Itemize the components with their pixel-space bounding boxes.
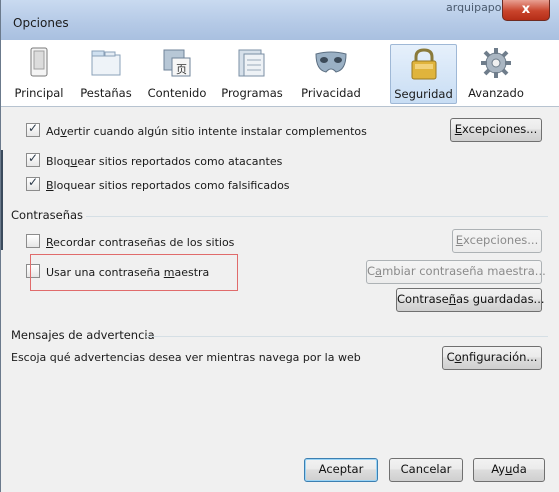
warn-addons-label: Advertir cuando algún sitio intente inst…	[46, 125, 367, 138]
window-title: Opciones	[13, 16, 69, 30]
close-icon: x	[521, 2, 531, 17]
passwords-separator	[86, 216, 548, 217]
tab-principal[interactable]: Principal	[9, 44, 69, 102]
block-forgery-option[interactable]: Bloquear sitios reportados como falsific…	[26, 175, 290, 192]
window-icon	[22, 46, 56, 80]
tabs-icon	[89, 46, 123, 80]
accept-button[interactable]: Aceptar	[304, 458, 378, 482]
tab-pestanas[interactable]: Pestañas	[73, 44, 139, 102]
block-forgery-label: Bloquear sitios reportados como falsific…	[46, 179, 290, 192]
tab-label: Privacidad	[301, 86, 361, 100]
gear-icon	[479, 46, 513, 80]
window-edge	[1, 150, 3, 250]
svg-text:页: 页	[176, 63, 187, 76]
addon-exceptions-button[interactable]: Excepciones...	[450, 118, 542, 142]
tab-avanzado[interactable]: Avanzado	[463, 44, 529, 102]
block-attack-checkbox[interactable]	[26, 151, 40, 167]
close-button[interactable]: x	[502, 0, 550, 21]
tab-label: Principal	[14, 86, 64, 100]
warnings-description: Escoja qué advertencias desea ver mientr…	[11, 351, 361, 364]
tab-label: Contenido	[147, 86, 207, 100]
help-button[interactable]: Ayuda	[473, 458, 545, 482]
tab-programas[interactable]: Programas	[216, 44, 288, 102]
warnings-separator	[146, 336, 548, 337]
mask-icon	[314, 46, 348, 80]
tab-contenido[interactable]: 页 Contenido	[143, 44, 211, 102]
lock-icon	[407, 47, 441, 81]
block-attack-option[interactable]: Bloquear sitios reportados como atacante…	[26, 151, 283, 168]
tab-label: Avanzado	[468, 86, 524, 100]
tab-label: Programas	[221, 86, 283, 100]
tab-privacidad[interactable]: Privacidad	[293, 44, 369, 102]
master-password-highlight-box	[30, 254, 238, 291]
remember-passwords-option[interactable]: Recordar contraseñas de los sitios	[26, 234, 234, 249]
options-dialog: arquipapo Opciones x Principal Pestañas …	[0, 0, 559, 492]
warnings-config-button[interactable]: Configuración...	[442, 346, 542, 370]
category-toolbar: Principal Pestañas 页 Contenido Programas	[1, 40, 559, 107]
title-bar[interactable]: arquipapo Opciones x	[1, 0, 559, 40]
tab-label: Seguridad	[394, 87, 453, 101]
passwords-section-title: Contraseñas	[11, 208, 84, 222]
tab-seguridad[interactable]: Seguridad	[390, 44, 457, 104]
block-attack-label: Bloquear sitios reportados como atacante…	[46, 155, 283, 168]
content-icon: 页	[160, 46, 194, 80]
tab-label: Pestañas	[80, 86, 132, 100]
warn-addons-option[interactable]: Advertir cuando algún sitio intente inst…	[26, 121, 367, 138]
remember-passwords-label: Recordar contraseñas de los sitios	[46, 236, 235, 249]
remember-passwords-checkbox[interactable]	[26, 234, 40, 248]
block-forgery-checkbox[interactable]	[26, 175, 40, 191]
change-master-password-button[interactable]: Cambiar contraseña maestra...	[366, 260, 546, 284]
background-window-title: arquipapo	[446, 1, 502, 14]
password-exceptions-button[interactable]: Excepciones...	[452, 229, 542, 253]
warnings-section-title: Mensajes de advertencia	[11, 328, 155, 342]
warn-addons-checkbox[interactable]	[26, 121, 40, 137]
cancel-button[interactable]: Cancelar	[389, 458, 463, 482]
saved-passwords-button[interactable]: Contraseñas guardadas...	[396, 288, 545, 312]
programs-icon	[235, 46, 269, 80]
